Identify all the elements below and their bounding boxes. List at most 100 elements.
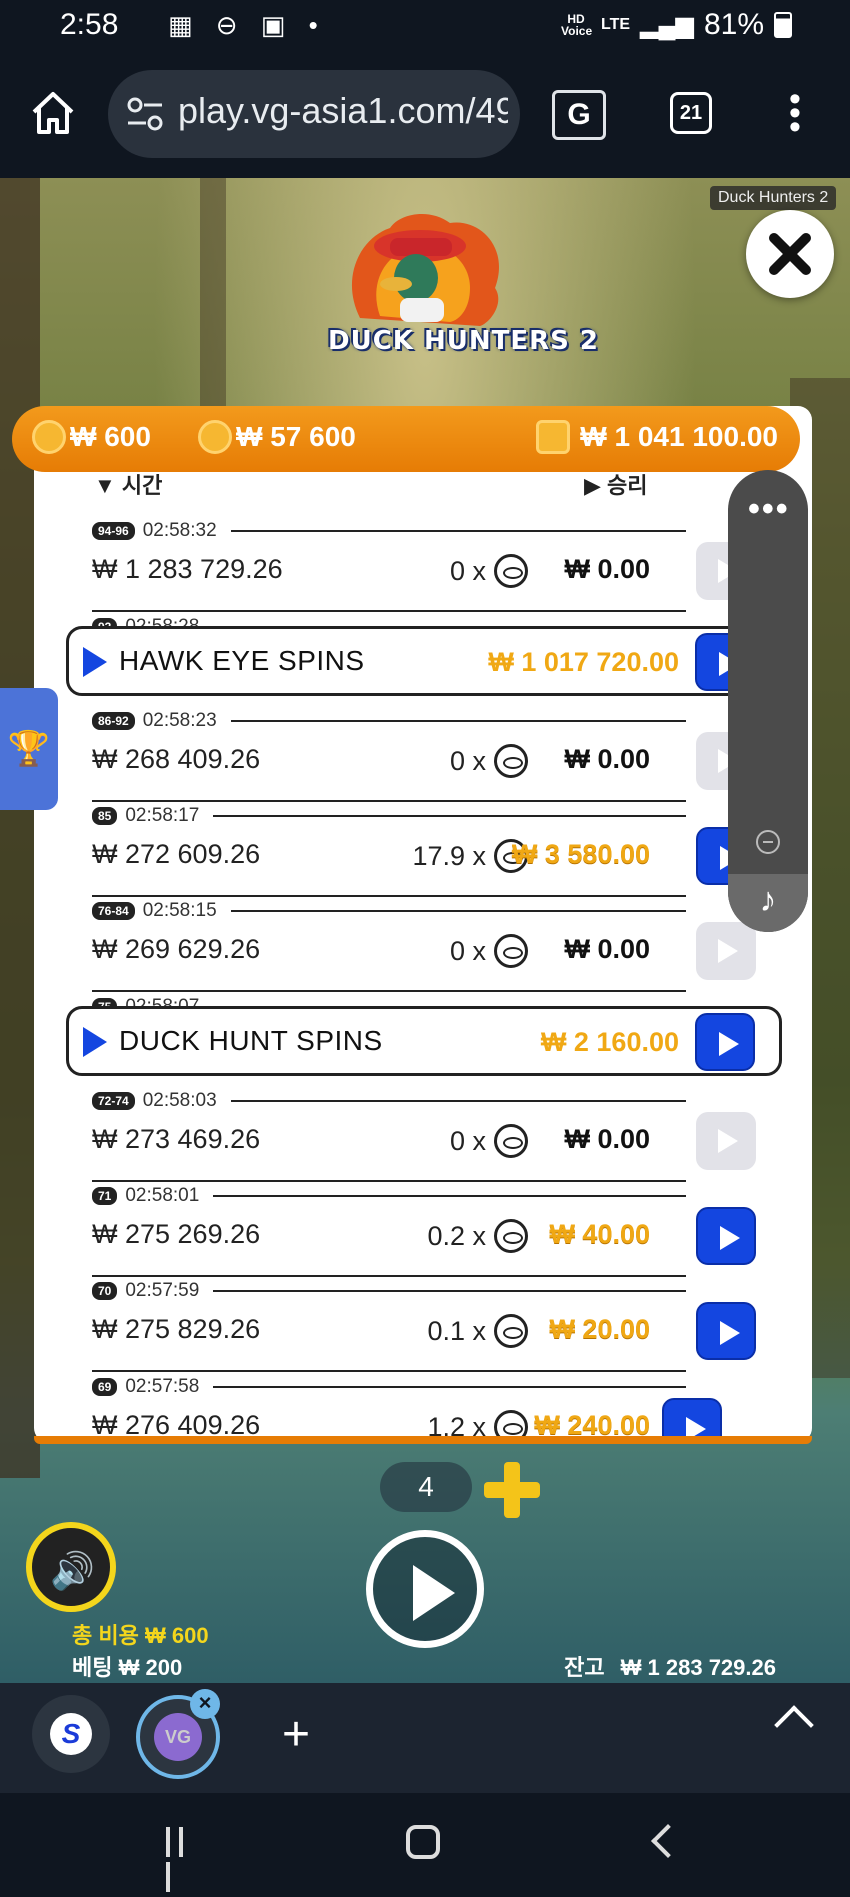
site-settings-icon[interactable] — [126, 96, 164, 132]
side-menu: ••• ♪ — [728, 470, 808, 932]
speaker-icon: 🔊 — [50, 1550, 95, 1591]
replay-button[interactable] — [695, 1013, 755, 1071]
spin-button[interactable] — [366, 1530, 484, 1648]
wallet-icon — [536, 420, 571, 454]
round-badge: 72-74 — [92, 1092, 135, 1110]
game-logo: DUCK HUNTERS 2 — [320, 208, 598, 378]
sound-toggle-button[interactable]: 🔊 — [26, 1522, 116, 1612]
row-time: 02:58:01 — [125, 1185, 200, 1206]
close-game-button[interactable] — [746, 210, 834, 298]
plus-icon[interactable] — [484, 1462, 540, 1518]
history-row: 86-92 02:58:23 ₩ 268 409.26 0 x ₩ 0.00 — [92, 710, 756, 805]
status-bar: 2:58 ▦ ⊖ ▣ • HD Voice LTE ▂▄▆ 81% — [0, 0, 850, 52]
more-options-icon[interactable]: ••• — [748, 490, 790, 529]
home-icon[interactable] — [28, 88, 78, 138]
balance-value: ₩ 1 283 729.26 — [620, 1655, 776, 1680]
url-text: play.vg-asia1.com/49 — [178, 90, 508, 131]
network-label: LTE — [601, 16, 631, 33]
duck-logo-icon — [351, 213, 499, 326]
spin-row-hawk-eye[interactable]: HAWK EYE SPINS ₩ 1 017 720.00 — [66, 626, 782, 696]
row-balance: ₩ 1 283 729.26 — [92, 554, 283, 584]
replay-button[interactable] — [696, 922, 756, 980]
game-canvas: Duck Hunters 2 DUCK HUNTERS 2 ₩ 600 ₩ 57… — [0, 178, 850, 1683]
notification-icons: ▦ ⊖ ▣ • — [168, 10, 326, 40]
row-multiplier: 0 x — [449, 935, 486, 966]
play-arrow-icon — [83, 1027, 107, 1057]
history-row: 72-74 02:58:03 ₩ 273 469.26 0 x ₩ 0.00 — [92, 1090, 756, 1185]
row-multiplier: 0 x — [449, 1125, 486, 1156]
time-col-label: 시간 — [121, 473, 163, 498]
row-time: 02:57:59 — [125, 1280, 200, 1301]
round-badge: 86-92 — [92, 712, 135, 730]
row-multiplier: 17.9 x — [412, 840, 486, 871]
wallet-amount: ₩ 1 041 100.00 — [580, 421, 778, 452]
trophy-icon[interactable]: 🏆 — [0, 688, 58, 810]
row-win: ₩ 3 580.00 — [511, 839, 650, 869]
new-tab-icon[interactable]: + — [282, 1707, 310, 1762]
chip-icon — [494, 1219, 528, 1253]
logo-title: DUCK HUNTERS 2 — [328, 326, 599, 356]
balance-display: 잔고 ₩ 1 283 729.26 — [564, 1650, 776, 1682]
signal-icon: ▂▄▆ — [640, 11, 694, 39]
zoom-out-icon[interactable] — [756, 830, 780, 854]
row-time: 02:57:58 — [125, 1376, 200, 1397]
history-header-bar: ₩ 600 ₩ 57 600 ₩ 1 041 100.00 — [12, 406, 800, 472]
autoplay-counter[interactable]: 4 — [380, 1462, 472, 1512]
sort-time-header[interactable]: ▼ 시간 — [94, 468, 162, 500]
row-balance: ₩ 273 469.26 — [92, 1124, 261, 1154]
replay-button-clip — [662, 1398, 722, 1438]
bet-a: ₩ 600 — [70, 421, 151, 452]
row-time: 02:58:23 — [142, 710, 217, 731]
row-win: ₩ 0.00 — [564, 744, 650, 774]
replay-button[interactable] — [662, 1398, 722, 1438]
browser-toolbar: play.vg-asia1.com/49 G 21 • • • — [0, 52, 850, 178]
balance-label: 잔고 — [564, 1655, 605, 1680]
chip-icon — [494, 1124, 528, 1158]
history-row: 69 02:57:58 ₩ 276 409.26 1.2 x ₩ 240.00 — [92, 1376, 686, 1438]
row-balance: ₩ 276 409.26 — [92, 1410, 261, 1438]
translate-icon[interactable]: G — [552, 90, 606, 140]
bet-b: ₩ 57 600 — [236, 421, 356, 452]
history-row: 71 02:58:01 ₩ 275 269.26 0.2 x ₩ 40.00 — [92, 1185, 756, 1280]
address-bar[interactable]: play.vg-asia1.com/49 — [108, 70, 520, 158]
replay-button[interactable] — [696, 1207, 756, 1265]
more-menu-icon[interactable]: • • • — [778, 82, 812, 144]
row-win: ₩ 20.00 — [549, 1314, 650, 1344]
status-right: HD Voice LTE ▂▄▆ 81% — [561, 8, 792, 42]
tab-s[interactable]: S — [32, 1695, 110, 1773]
tab-switcher-button[interactable]: 21 — [670, 92, 712, 134]
row-multiplier: 0 x — [449, 555, 486, 586]
round-badge: 94-96 — [92, 522, 135, 540]
spin-label: DUCK HUNT SPINS — [119, 1025, 383, 1056]
chip-icon — [494, 1410, 528, 1438]
sort-win-header[interactable]: ▶ 승리 — [584, 468, 648, 500]
row-multiplier: 0.2 x — [427, 1220, 486, 1251]
tab-s-icon: S — [50, 1713, 92, 1755]
spin-row-duck-hunt[interactable]: DUCK HUNT SPINS ₩ 2 160.00 — [66, 1006, 782, 1076]
bet-value: ₩ 200 — [118, 1655, 183, 1680]
chip-icon — [494, 744, 528, 778]
close-tab-icon[interactable]: × — [190, 1689, 220, 1719]
coin-icon — [32, 420, 66, 454]
round-badge: 69 — [92, 1378, 118, 1396]
row-win: ₩ 0.00 — [564, 934, 650, 964]
chip-icon — [494, 554, 528, 588]
chevron-up-icon[interactable] — [774, 1705, 814, 1745]
battery-icon — [774, 12, 792, 38]
game-title-tag: Duck Hunters 2 — [710, 186, 837, 210]
replay-button[interactable] — [696, 1302, 756, 1360]
recent-apps-icon[interactable] — [166, 1827, 202, 1892]
row-multiplier: 0 x — [449, 745, 486, 776]
row-win: ₩ 0.00 — [564, 1124, 650, 1154]
system-nav-bar — [0, 1793, 850, 1895]
round-badge: 71 — [92, 1187, 118, 1205]
row-multiplier: 1.2 x — [427, 1411, 486, 1439]
row-time: 02:58:03 — [142, 1090, 217, 1111]
battery-level: 81% — [703, 8, 764, 41]
row-multiplier: 0.1 x — [427, 1315, 486, 1346]
tab-vg-icon: VG — [154, 1713, 202, 1761]
back-icon[interactable] — [651, 1824, 685, 1858]
hd-voice-icon: HD Voice — [561, 12, 593, 38]
home-nav-icon[interactable] — [406, 1825, 440, 1859]
replay-button[interactable] — [696, 1112, 756, 1170]
